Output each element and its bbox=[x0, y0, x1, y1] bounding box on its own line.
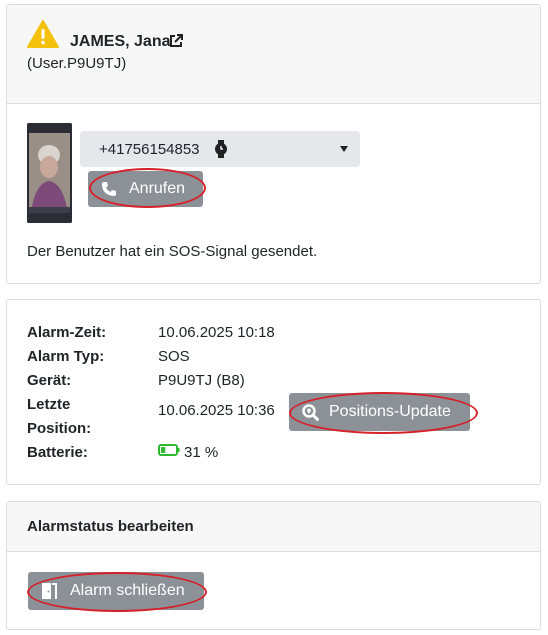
last-position-label-2: Position: bbox=[27, 420, 92, 437]
warning-icon bbox=[27, 20, 59, 48]
user-card-header: JAMES, Jana (User.P9U9TJ) bbox=[7, 5, 540, 104]
phone-icon bbox=[102, 182, 116, 196]
dropdown-caret-icon bbox=[340, 146, 348, 152]
alarm-status-card: Alarmstatus bearbeiten Alarm schließen bbox=[6, 501, 541, 630]
phone-number: +41756154853 bbox=[99, 141, 200, 158]
call-label: Anrufen bbox=[129, 180, 186, 197]
device-label: Gerät: bbox=[27, 372, 72, 389]
alarm-status-title: Alarmstatus bearbeiten bbox=[27, 518, 194, 535]
alarm-type-value: SOS bbox=[158, 348, 190, 365]
close-alarm-button[interactable]: Alarm schließen bbox=[28, 572, 204, 610]
sos-message: Der Benutzer hat ein SOS-Signal gesendet… bbox=[27, 243, 318, 260]
position-update-label: Positions-Update bbox=[329, 403, 451, 420]
user-card: JAMES, Jana (User.P9U9TJ) +41756154853 A… bbox=[6, 4, 541, 284]
user-name: JAMES, Jana bbox=[70, 33, 171, 50]
last-position-label-1: Letzte bbox=[27, 396, 71, 413]
search-location-icon bbox=[302, 404, 319, 421]
smartwatch-icon bbox=[215, 140, 227, 158]
alarm-details-card: Alarm-Zeit: 10.06.2025 10:18 Alarm Typ: … bbox=[6, 299, 541, 485]
close-alarm-label: Alarm schließen bbox=[70, 582, 185, 599]
phone-select[interactable]: +41756154853 bbox=[80, 131, 360, 167]
call-button[interactable]: Anrufen bbox=[88, 171, 203, 207]
user-photo bbox=[27, 123, 72, 223]
door-exit-icon bbox=[42, 583, 57, 599]
device-value: P9U9TJ (B8) bbox=[158, 372, 245, 389]
last-position-value: 10.06.2025 10:36 bbox=[158, 402, 275, 419]
user-id: (User.P9U9TJ) bbox=[27, 55, 127, 72]
alarm-time-label: Alarm-Zeit: bbox=[27, 324, 107, 341]
alarm-time-value: 10.06.2025 10:18 bbox=[158, 324, 275, 341]
battery-value: 31 % bbox=[184, 444, 219, 461]
position-update-button[interactable]: Positions-Update bbox=[289, 393, 470, 431]
alarm-type-label: Alarm Typ: bbox=[27, 348, 105, 365]
battery-icon bbox=[158, 444, 180, 456]
battery-label: Batterie: bbox=[27, 444, 88, 461]
alarm-status-header: Alarmstatus bearbeiten bbox=[7, 502, 540, 552]
external-link-icon[interactable] bbox=[168, 33, 184, 49]
